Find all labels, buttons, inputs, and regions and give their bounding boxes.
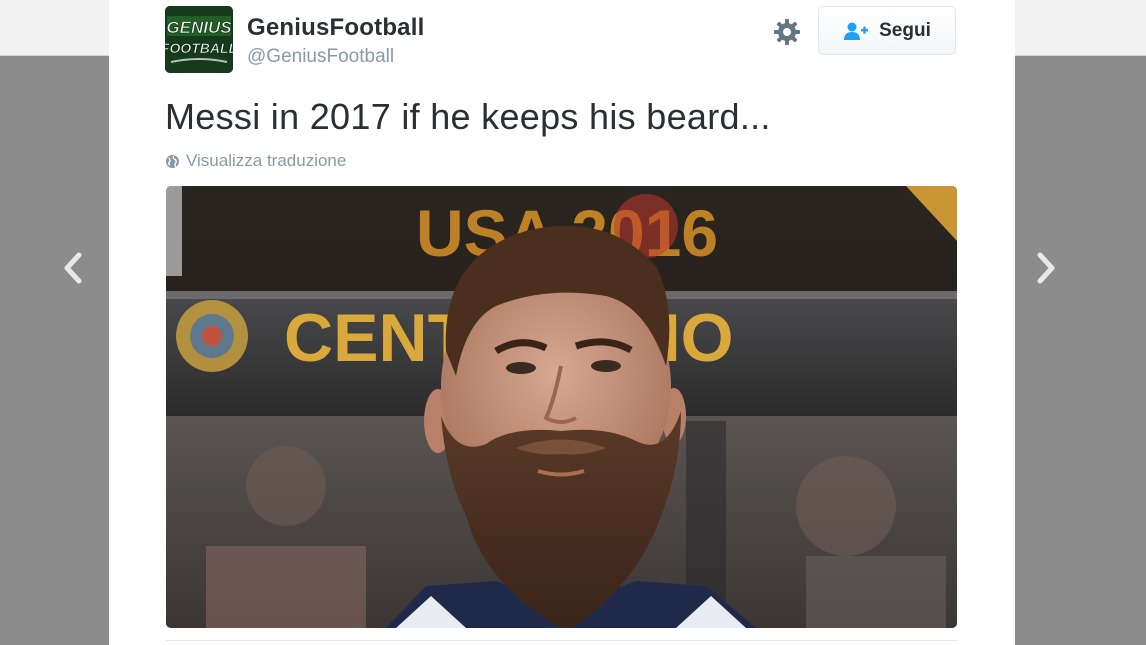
translate-label: Visualizza traduzione: [186, 151, 347, 170]
chevron-right-icon: [1037, 252, 1055, 284]
user-handle[interactable]: @GeniusFootball: [247, 46, 394, 68]
svg-text:FOOTBALL: FOOTBALL: [165, 40, 233, 56]
tweet-modal: GENIUS FOOTBALL GeniusFootball @GeniusFo…: [109, 0, 1015, 645]
add-user-icon: [844, 22, 869, 40]
tweet-text: Messi in 2017 if he keeps his beard...: [165, 96, 771, 137]
settings-button[interactable]: [771, 16, 803, 48]
genius-football-logo: GENIUS FOOTBALL: [165, 6, 233, 73]
divider: [166, 640, 957, 641]
chevron-left-icon: [64, 252, 82, 284]
follow-button-label: Segui: [879, 19, 931, 41]
next-button[interactable]: [1031, 248, 1061, 288]
tweet-media-photo[interactable]: USA 2016 CENTENARIO: [166, 186, 957, 628]
translate-link[interactable]: Visualizza traduzione: [165, 151, 346, 171]
globe-icon: [165, 154, 180, 168]
display-name[interactable]: GeniusFootball: [247, 14, 424, 42]
svg-text:GENIUS: GENIUS: [166, 18, 232, 37]
avatar[interactable]: GENIUS FOOTBALL: [165, 6, 233, 73]
follow-button[interactable]: Segui: [818, 6, 956, 55]
gear-icon: [774, 19, 800, 45]
messi-beard-photo: USA 2016 CENTENARIO: [166, 186, 957, 628]
previous-button[interactable]: [58, 248, 88, 288]
